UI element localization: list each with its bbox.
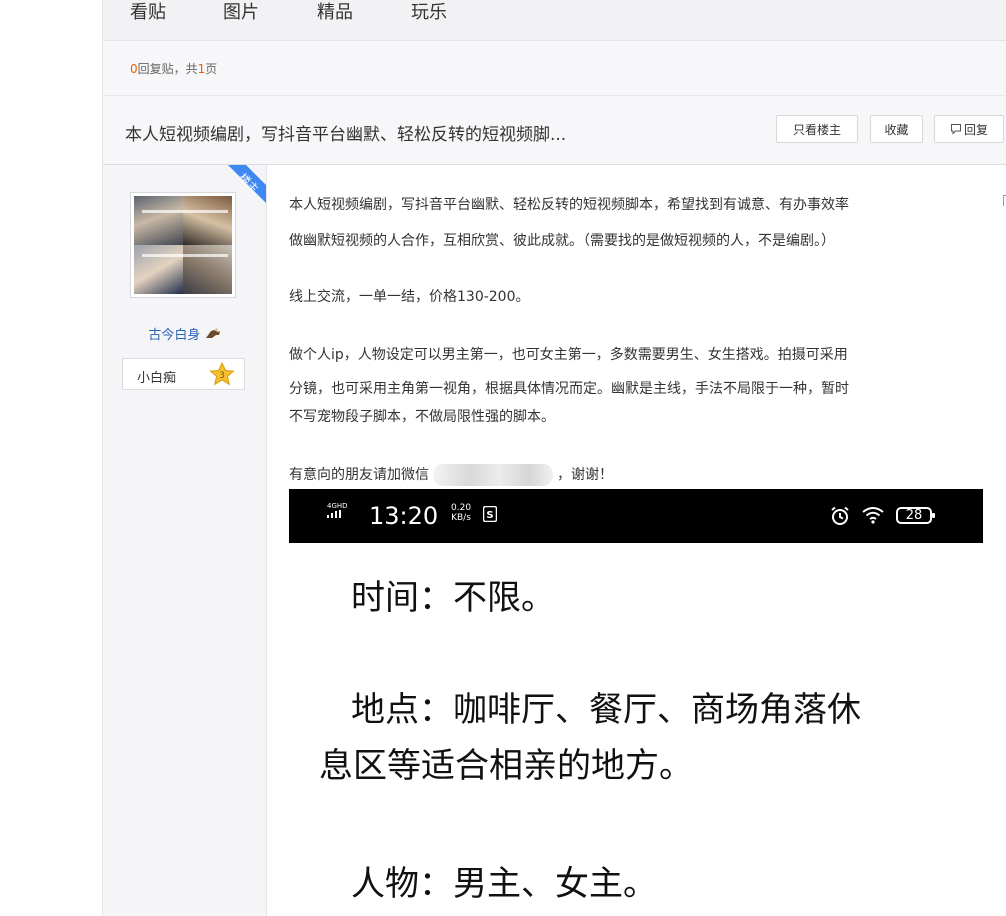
user-level-badge[interactable]: 小白痴 3 xyxy=(122,358,245,390)
reply-count-text: 0回复贴，共1页 xyxy=(130,60,217,77)
post-line-6: 不写宠物段子脚本，不做局限性强的脚本。 xyxy=(289,409,555,425)
post-line-2: 做幽默短视频的人合作，互相欣赏、彼此成就。（需要找的是做短视频的人，不是编剧。） xyxy=(289,233,835,249)
speed-unit: KB/s xyxy=(451,513,471,523)
app-notification-icon: S xyxy=(482,505,498,526)
level-star-icon: 3 xyxy=(209,361,235,390)
reply-button[interactable]: 回复 xyxy=(934,115,1004,143)
comment-icon xyxy=(950,117,962,145)
contact-suffix: ，谢谢！ xyxy=(557,467,613,483)
svg-text:S: S xyxy=(486,510,493,521)
author-username[interactable]: 古今白身 xyxy=(103,324,266,343)
level-name: 小白痴 xyxy=(137,371,177,386)
horse-icon xyxy=(205,328,221,343)
tab-featured[interactable]: 精品 xyxy=(317,3,353,23)
alarm-icon xyxy=(830,506,850,530)
thread-header: 本人短视频编剧，写抖音平台幽默、轻松反转的短视频脚... 只看楼主 收藏 回复 xyxy=(103,96,1006,165)
battery-icon: 28 xyxy=(896,507,935,524)
page: 看贴 图片 精品 玩乐 0回复贴，共1页 本人短视频编剧，写抖音平台幽默、轻松反… xyxy=(0,0,1006,916)
tab-fun[interactable]: 玩乐 xyxy=(411,3,447,23)
favorite-label: 收藏 xyxy=(884,123,909,137)
screenshot-text-place-cont: 息区等适合相亲的地方。 xyxy=(319,746,693,786)
status-time: 13:20 xyxy=(369,502,439,530)
op-badge: 楼主 xyxy=(216,165,266,215)
contact-prefix: 有意向的朋友请加微信 xyxy=(289,467,429,483)
reply-count-label: 回复贴，共 xyxy=(137,62,198,76)
tab-bar: 看贴 图片 精品 玩乐 xyxy=(103,0,1006,41)
reply-label: 回复 xyxy=(963,123,988,137)
only-op-label: 只看楼主 xyxy=(792,123,841,137)
post-line-1: 本人短视频编剧，写抖音平台幽默、轻松反转的短视频脚本，希望找到有诚意、有办事效率 xyxy=(289,197,849,213)
favorite-button[interactable]: 收藏 xyxy=(870,115,923,143)
thread-title: 本人短视频编剧，写抖音平台幽默、轻松反转的短视频脚... xyxy=(125,125,567,145)
post-line-4: 做个人ip，人物设定可以男主第一，也可女主第一，多数需要男生、女生搭戏。拍摄可采… xyxy=(289,347,848,363)
signal-indicator: 4GHD xyxy=(327,503,348,521)
redacted-wechat-id xyxy=(433,464,553,486)
screenshot-text-time: 时间：不限。 xyxy=(351,578,555,618)
signal-label: 4GHD xyxy=(327,502,348,510)
only-op-button[interactable]: 只看楼主 xyxy=(776,115,858,143)
post-line-5: 分镜，也可采用主角第一视角，根据具体情况而定。幽默是主线，手法不局限于一种，暂时 xyxy=(289,381,849,397)
post-line-7: 有意向的朋友请加微信 ，谢谢！ xyxy=(289,463,613,487)
wifi-icon xyxy=(862,506,884,528)
author-username-text: 古今白身 xyxy=(148,328,201,343)
network-speed: 0.20 KB/s xyxy=(451,503,471,523)
signal-bars-icon xyxy=(327,510,341,518)
level-number: 3 xyxy=(219,371,225,381)
battery-level: 28 xyxy=(905,508,923,523)
phone-status-bar: 4GHD 13:20 0.20 KB/s S 28 xyxy=(289,489,983,543)
tab-images[interactable]: 图片 xyxy=(223,3,259,23)
post-line-3: 线上交流，一单一结，价格130-200。 xyxy=(289,289,530,305)
author-sidebar: 楼主 古今白身 小白痴 3 xyxy=(103,165,267,916)
speed-value: 0.20 xyxy=(451,503,472,513)
screenshot-text-people: 人物：男主、女主。 xyxy=(351,864,657,904)
screenshot-text-place: 地点：咖啡厅、餐厅、商场角落休 xyxy=(351,690,861,730)
thread-container: 看贴 图片 精品 玩乐 0回复贴，共1页 本人短视频编剧，写抖音平台幽默、轻松反… xyxy=(102,0,1006,916)
reply-count: 0 xyxy=(130,62,138,76)
page-count-label: 页 xyxy=(205,62,218,76)
tab-view-posts[interactable]: 看贴 xyxy=(130,3,166,23)
post-image[interactable]: 4GHD 13:20 0.20 KB/s S 28 时间：不限。 地点：咖啡厅、… xyxy=(289,489,983,916)
reply-info-bar: 0回复贴，共1页 xyxy=(103,41,1006,96)
